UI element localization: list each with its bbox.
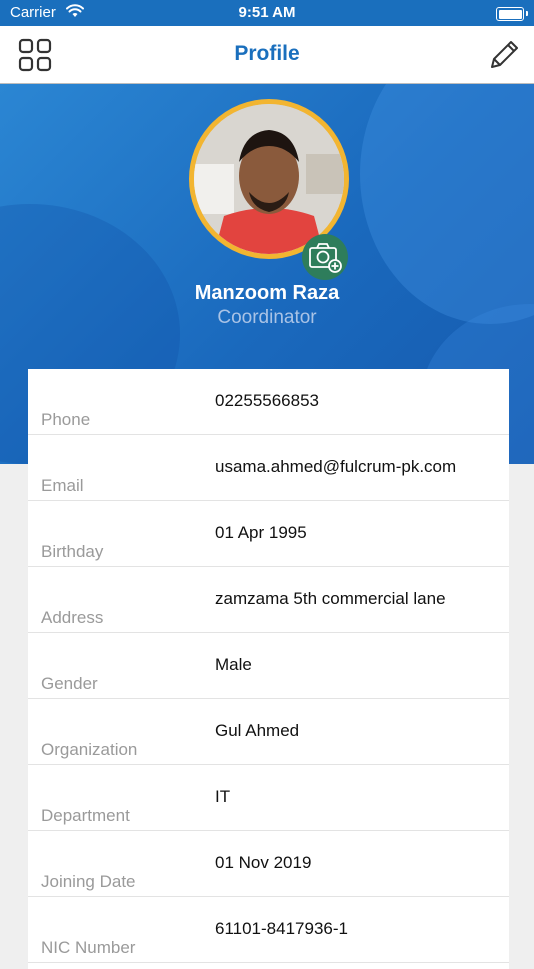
field-value: Male — [215, 655, 252, 674]
battery-icon — [496, 7, 524, 21]
field-label: NIC Number — [41, 938, 136, 957]
field-label: Address — [41, 608, 104, 627]
field-label: Phone — [41, 410, 91, 429]
field-row-joining-date: Joining Date 01 Nov 2019 — [28, 831, 509, 897]
field-value: Gul Ahmed — [215, 721, 300, 740]
field-row-gender: Gender Male — [28, 633, 509, 699]
clock: 9:51 AM — [238, 4, 296, 21]
field-row-phone: Phone 02255566853 — [28, 369, 509, 435]
field-row-address: Address zamzama 5th commercial lane — [28, 567, 509, 633]
change-photo-button[interactable] — [302, 234, 348, 280]
user-role: Coordinator — [217, 307, 317, 328]
field-label: Joining Date — [41, 872, 136, 891]
field-value: usama.ahmed@fulcrum-pk.com — [215, 457, 457, 476]
field-row-birthday: Birthday 01 Apr 1995 — [28, 501, 509, 567]
status-bar: Carrier 9:51 AM — [0, 0, 534, 26]
field-row-email: Email usama.ahmed@fulcrum-pk.com — [28, 435, 509, 501]
field-label: Organization — [41, 740, 138, 759]
field-label: Birthday — [41, 542, 104, 561]
field-value: 61101-8417936-1 — [215, 919, 348, 938]
field-label: Email — [41, 476, 84, 495]
field-row-organization: Organization Gul Ahmed — [28, 699, 509, 765]
profile-details-card: Phone 02255566853 Email usama.ahmed@fulc… — [28, 369, 509, 969]
pencil-icon — [491, 41, 518, 68]
user-name: Manzoom Raza — [194, 282, 340, 304]
nav-bar: Profile — [0, 26, 534, 84]
field-row-nic-number: NIC Number 61101-8417936-1 — [28, 897, 509, 963]
field-label: Gender — [41, 674, 98, 693]
field-value: 02255566853 — [215, 391, 320, 410]
field-value: 01 Nov 2019 — [215, 853, 312, 872]
edit-profile-button[interactable] — [486, 37, 522, 73]
profile-photo — [194, 104, 344, 254]
field-value: zamzama 5th commercial lane — [215, 589, 446, 608]
battery-tip — [526, 11, 528, 16]
field-row-department: Department IT — [28, 765, 509, 831]
field-value: 01 Apr 1995 — [215, 523, 307, 542]
field-value: IT — [215, 787, 231, 806]
page-title: Profile — [234, 42, 300, 65]
camera-add-icon — [309, 243, 342, 273]
field-label: Department — [41, 806, 130, 825]
